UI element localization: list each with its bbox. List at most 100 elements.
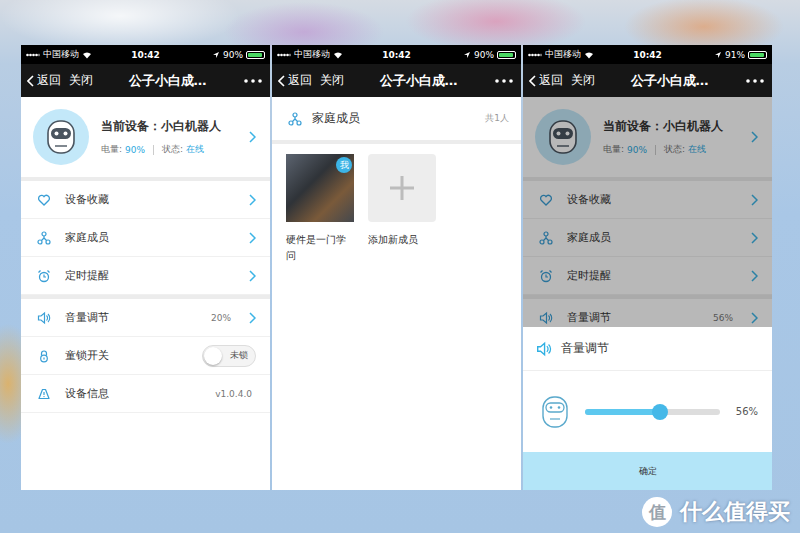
battery-icon <box>246 51 265 59</box>
row-label: 定时提醒 <box>65 268 235 283</box>
section-header: 家庭成员共1人 <box>272 97 521 144</box>
location-icon <box>463 51 471 59</box>
watermark-logo: 值 <box>642 497 672 527</box>
more-button[interactable] <box>493 79 515 83</box>
settings-row[interactable]: 家庭成员 <box>21 219 270 257</box>
more-button[interactable] <box>242 79 264 83</box>
heart-icon <box>37 193 51 207</box>
nav-bar: 返回关闭公子小白成… <box>523 64 772 97</box>
slider-knob[interactable] <box>652 404 668 420</box>
status-bar: 中国移动 10:42 91% <box>523 45 772 64</box>
phone-screen: 中国移动10:4291%返回关闭公子小白成…当前设备：小白机器人电量:90%状态… <box>523 45 772 490</box>
close-button[interactable]: 关闭 <box>320 72 344 89</box>
member-tile[interactable]: 我硬件是一门学问 <box>286 154 356 264</box>
wifi-icon <box>82 51 92 59</box>
member-tile[interactable]: 添加新成员 <box>368 154 438 264</box>
phone-screen: 中国移动 10:42 90% 返回关闭公子小白成… 当前设备：小白机器人电量:90%状态… <box>21 45 270 490</box>
more-dots-icon <box>495 79 513 83</box>
device-card[interactable]: 当前设备：小白机器人电量:90%状态:在线 <box>21 97 270 181</box>
settings-row[interactable]: 音量调节 20% <box>21 299 270 337</box>
watermark-text: 什么值得买 <box>680 497 790 527</box>
close-button[interactable]: 关闭 <box>571 72 595 89</box>
nav-bar: 返回关闭公子小白成… <box>272 64 521 97</box>
speaker-icon <box>535 341 553 357</box>
settings-row: 童锁开关未锁 <box>21 337 270 375</box>
clock: 10:42 <box>131 50 160 60</box>
settings-group: 音量调节 20% 童锁开关未锁设备信息 v1.0.4.0 <box>21 299 270 413</box>
battery-value: 90% <box>125 145 145 155</box>
volume-slider[interactable] <box>585 409 720 415</box>
row-label: 设备收藏 <box>65 192 235 207</box>
battery-icon <box>748 51 767 59</box>
battery-percent: 90% <box>223 50 243 60</box>
sheet-title: 音量调节 <box>561 340 609 357</box>
network-icon <box>37 231 51 245</box>
speaker-icon <box>37 311 51 325</box>
status-bar: 中国移动 10:42 90% <box>21 45 270 64</box>
member-avatar: 我 <box>286 154 354 222</box>
device-meta: 电量:90%状态:在线 <box>101 143 237 156</box>
row-label: 音量调节 <box>65 310 197 325</box>
back-button[interactable]: 返回 <box>529 72 563 89</box>
screen-body: 当前设备：小白机器人电量:90%状态:在线设备收藏家庭成员定时提醒音量调节56%… <box>523 97 772 490</box>
close-button[interactable]: 关闭 <box>69 72 93 89</box>
more-dots-icon <box>746 79 764 83</box>
settings-row[interactable]: 设备收藏 <box>21 181 270 219</box>
back-chevron-icon <box>27 75 34 87</box>
add-member-tile[interactable] <box>368 154 436 222</box>
member-count: 共1人 <box>485 112 509 125</box>
section-title: 家庭成员 <box>312 110 475 127</box>
signal-icon <box>277 52 291 58</box>
member-grid: 我硬件是一门学问添加新成员 <box>272 144 521 274</box>
phone-screen: 中国移动10:4290%返回关闭公子小白成…家庭成员共1人我硬件是一门学问添加新… <box>272 45 521 490</box>
carrier: 中国移动 <box>294 48 330 61</box>
info-icon <box>37 387 51 401</box>
row-value: 20% <box>211 313 231 323</box>
plus-icon <box>389 175 415 201</box>
signal-icon <box>26 52 40 58</box>
member-name: 硬件是一门学问 <box>286 232 348 264</box>
clock: 10:42 <box>633 50 662 60</box>
member-name: 添加新成员 <box>368 232 430 248</box>
screen-body: 当前设备：小白机器人电量:90%状态:在线设备收藏家庭成员定时提醒音量调节 20%… <box>21 97 270 490</box>
back-button[interactable]: 返回 <box>27 72 61 89</box>
more-button[interactable] <box>744 79 766 83</box>
row-label: 设备信息 <box>65 386 201 401</box>
me-badge: 我 <box>336 157 352 173</box>
chevron-right-icon <box>249 312 256 324</box>
lock-toggle[interactable]: 未锁 <box>202 345 256 367</box>
device-name: 当前设备：小白机器人 <box>101 118 237 135</box>
chevron-right-icon <box>249 232 256 244</box>
clock: 10:42 <box>382 50 411 60</box>
robot-avatar-icon <box>33 109 89 165</box>
page: 中国移动10:4290%返回关闭公子小白成…当前设备：小白机器人电量:90%状态… <box>0 0 800 533</box>
battery-percent: 91% <box>725 50 745 60</box>
carrier: 中国移动 <box>43 48 79 61</box>
settings-row[interactable]: 定时提醒 <box>21 257 270 295</box>
carrier: 中国移动 <box>545 48 581 61</box>
row-label: 童锁开关 <box>65 348 188 363</box>
settings-row[interactable]: 设备信息 v1.0.4.0 <box>21 375 270 413</box>
wifi-icon <box>333 51 343 59</box>
status-value: 在线 <box>186 143 204 156</box>
confirm-button[interactable]: 确定 <box>523 452 772 490</box>
watermark: 值什么值得买 <box>642 497 790 527</box>
back-button[interactable]: 返回 <box>278 72 312 89</box>
location-icon <box>212 51 220 59</box>
row-value: v1.0.4.0 <box>215 389 252 399</box>
back-chevron-icon <box>278 75 285 87</box>
volume-reading: 56% <box>736 406 758 417</box>
chevron-right-icon <box>249 194 256 206</box>
battery-percent: 90% <box>474 50 494 60</box>
chevron-right-icon <box>249 270 256 282</box>
battery-icon <box>497 51 516 59</box>
status-bar: 中国移动 10:42 90% <box>272 45 521 64</box>
screenshot-row: 中国移动10:4290%返回关闭公子小白成…当前设备：小白机器人电量:90%状态… <box>0 0 800 490</box>
robot-icon <box>541 395 569 429</box>
network-icon <box>288 112 302 126</box>
alarm-icon <box>37 269 51 283</box>
row-label: 家庭成员 <box>65 230 235 245</box>
back-chevron-icon <box>529 75 536 87</box>
page-title: 公子小白成… <box>101 72 234 90</box>
location-icon <box>714 51 722 59</box>
